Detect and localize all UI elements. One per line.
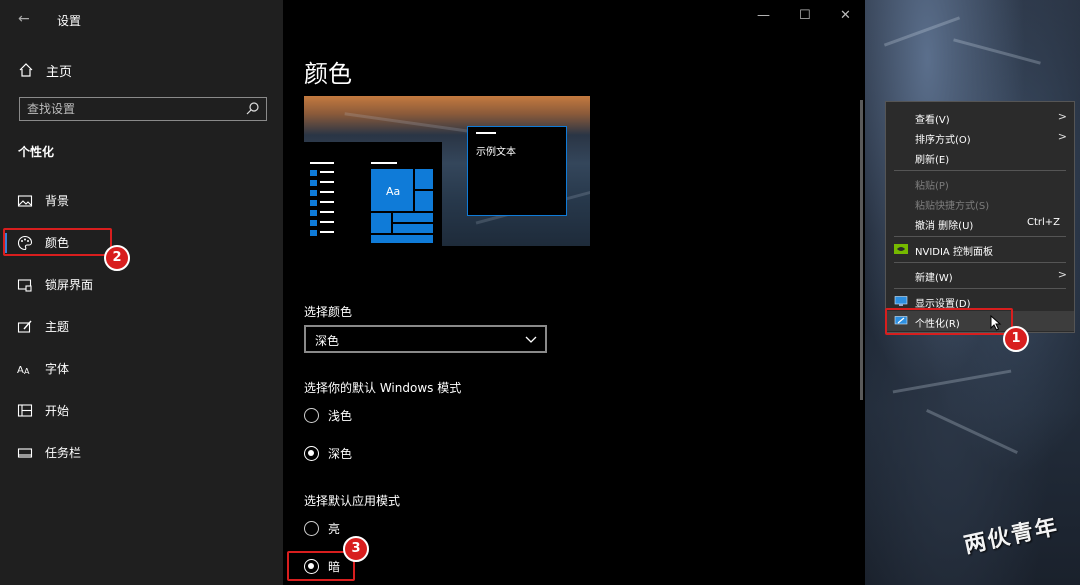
close-icon[interactable]: ✕ [840, 8, 851, 23]
radio-circle[interactable] [304, 445, 319, 461]
chevron-right-icon: > [1057, 268, 1067, 281]
minimize-icon[interactable]: — [757, 8, 770, 23]
menu-item-label: 查看(V) [915, 115, 950, 126]
search-icon[interactable] [246, 101, 260, 115]
radio-circle[interactable] [304, 520, 319, 536]
menu-separator [894, 170, 1066, 171]
sidebar-item-lock-screen[interactable]: 锁屏界面 [0, 265, 283, 305]
menu-item-view[interactable]: 查看(V) > [886, 107, 1074, 127]
chevron-right-icon: > [1057, 110, 1067, 123]
sidebar-item-label: 背景 [45, 194, 70, 208]
image-icon [17, 195, 33, 207]
step-badge-2: 2 [104, 245, 130, 271]
menu-item-label: 刷新(E) [915, 155, 950, 166]
menu-item-label: NVIDIA 控制面板 [915, 247, 993, 258]
svg-text:A: A [24, 367, 30, 376]
menu-item-refresh[interactable]: 刷新(E) [886, 147, 1074, 167]
mouse-cursor-icon [990, 315, 1002, 331]
highlight-box-colors [3, 228, 112, 256]
menu-item-paste: 粘贴(P) [886, 173, 1074, 193]
sidebar-item-label: 开始 [45, 404, 70, 418]
search-box[interactable] [19, 97, 267, 121]
menu-item-nvidia[interactable]: NVIDIA 控制面板 [886, 239, 1074, 259]
theme-preview: Aa 示例文本 [304, 96, 590, 246]
sidebar-item-background[interactable]: 背景 [0, 181, 283, 221]
menu-item-label: 粘贴(P) [915, 181, 949, 192]
preview-sample-text: 示例文本 [476, 147, 516, 158]
preview-tile: Aa [370, 168, 414, 212]
menu-item-label: 粘贴快捷方式(S) [915, 201, 990, 212]
sidebar-item-label: 主题 [45, 320, 70, 334]
windows-mode-label: 选择你的默认 Windows 模式 [304, 381, 462, 395]
settings-sidebar: ← 设置 主页 个性化 背景 颜色 锁屏界面 主题 [0, 0, 283, 585]
menu-item-label: 撤消 删除(U) [915, 221, 974, 232]
lock-screen-icon [17, 279, 32, 292]
menu-item-undo-delete[interactable]: 撤消 删除(U) Ctrl+Z [886, 213, 1074, 233]
section-title: 个性化 [18, 145, 55, 159]
brush-icon [17, 320, 32, 333]
sidebar-item-label: 任务栏 [45, 446, 82, 460]
menu-separator [894, 236, 1066, 237]
menu-item-paste-shortcut: 粘贴快捷方式(S) [886, 193, 1074, 213]
radio-windows-dark[interactable]: 深色 [304, 443, 352, 463]
font-icon: AA [17, 365, 30, 376]
chevron-right-icon: > [1057, 130, 1067, 143]
menu-item-shortcut: Ctrl+Z [1026, 217, 1060, 228]
main-content: — ☐ ✕ 颜色 Aa 示例文本 选择颜色 深色 选择你的默认 Windows … [283, 0, 865, 585]
desktop-context-menu: 查看(V) > 排序方式(O) > 刷新(E) 粘贴(P) 粘贴快捷方式(S) 撤消… [885, 101, 1075, 333]
dropdown-value: 深色 [315, 334, 340, 348]
maximize-icon[interactable]: ☐ [799, 8, 811, 23]
settings-window: ← 设置 主页 个性化 背景 颜色 锁屏界面 主题 [0, 0, 865, 585]
preview-tile-label: Aa [386, 185, 401, 198]
menu-separator [894, 288, 1066, 289]
home-icon [19, 63, 33, 77]
step-badge-3: 3 [343, 536, 369, 562]
svg-text:A: A [17, 365, 24, 376]
radio-circle[interactable] [304, 407, 319, 423]
search-input[interactable] [27, 100, 237, 118]
sidebar-item-taskbar[interactable]: 任务栏 [0, 433, 283, 473]
title-bar: ← 设置 [0, 0, 283, 38]
preview-sample-window: 示例文本 [467, 126, 567, 216]
step-badge-1: 1 [1003, 326, 1029, 352]
sidebar-item-label: 主页 [46, 64, 73, 80]
sidebar-item-start[interactable]: 开始 [0, 391, 283, 431]
sidebar-item-label: 字体 [45, 362, 70, 376]
chevron-down-icon [525, 336, 537, 343]
menu-item-label: 排序方式(O) [915, 135, 971, 146]
choose-color-label: 选择颜色 [304, 305, 353, 319]
radio-label: 深色 [328, 446, 353, 461]
radio-label: 亮 [328, 521, 341, 536]
menu-item-sort[interactable]: 排序方式(O) > [886, 127, 1074, 147]
taskbar-icon [17, 448, 33, 458]
menu-item-new[interactable]: 新建(W) > [886, 265, 1074, 285]
radio-windows-light[interactable]: 浅色 [304, 405, 352, 425]
sidebar-item-label: 锁屏界面 [45, 278, 94, 292]
menu-item-label: 新建(W) [915, 273, 953, 284]
preview-start-menu: Aa [304, 142, 442, 246]
app-mode-label: 选择默认应用模式 [304, 494, 401, 508]
radio-label: 浅色 [328, 408, 353, 423]
start-icon [17, 404, 33, 417]
back-arrow-icon[interactable]: ← [18, 11, 34, 27]
radio-app-light[interactable]: 亮 [304, 518, 340, 538]
display-icon [894, 296, 908, 306]
sidebar-item-fonts[interactable]: AA 字体 [0, 349, 283, 389]
sidebar-item-themes[interactable]: 主题 [0, 307, 283, 347]
choose-color-dropdown[interactable]: 深色 [304, 325, 547, 353]
page-title: 颜色 [304, 60, 352, 88]
nvidia-icon [894, 244, 908, 254]
sidebar-item-home[interactable]: 主页 [18, 60, 72, 80]
scrollbar[interactable] [860, 100, 863, 400]
menu-separator [894, 262, 1066, 263]
window-title: 设置 [57, 14, 82, 28]
